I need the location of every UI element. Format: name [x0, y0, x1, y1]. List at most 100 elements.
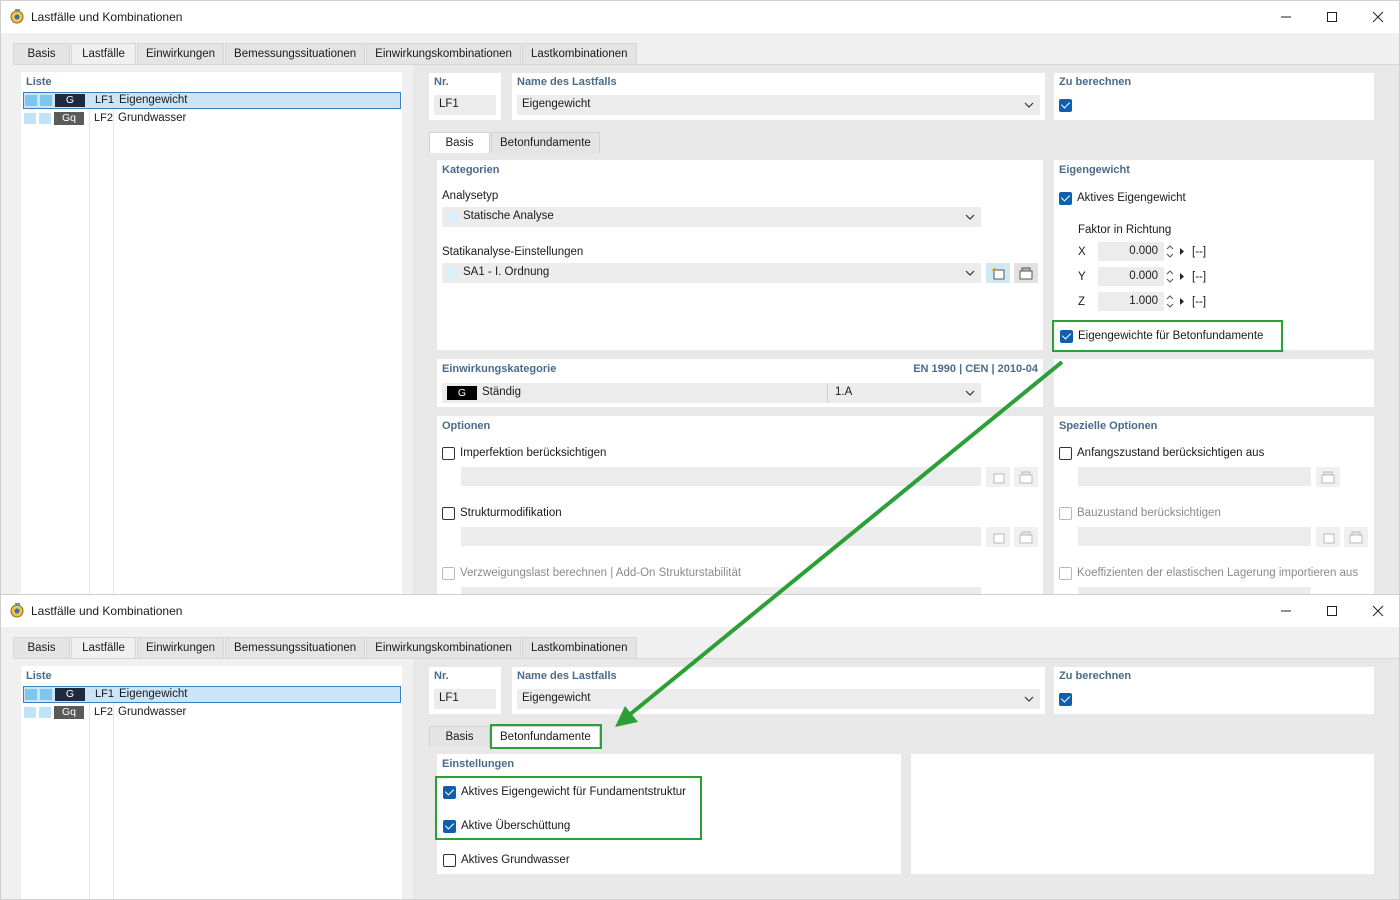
list-panel: Liste G LF1 Eigengewicht Gq LF2 Grundwas… — [21, 72, 402, 595]
subtab-betonfundamente[interactable]: Betonfundamente — [491, 132, 600, 153]
anfangszustand-field[interactable] — [1078, 467, 1311, 486]
title-bar: Lastfälle und Kombinationen — [1, 595, 1399, 627]
name-dropdown[interactable]: Eigengewicht — [517, 95, 1040, 115]
maximize-icon — [1327, 606, 1337, 616]
nr-field[interactable]: LF1 — [434, 95, 496, 115]
chevron-down-icon — [965, 270, 975, 276]
strukturmodifikation-field[interactable] — [461, 527, 981, 546]
name-section: Name des Lastfalls Eigengewicht — [512, 73, 1045, 120]
tab-einwirkungen[interactable]: Einwirkungen — [137, 637, 225, 659]
name-dropdown[interactable]: Eigengewicht — [517, 689, 1040, 709]
aktives-eigengewicht-label: Aktives Eigengewicht — [1077, 192, 1186, 204]
tab-lastkombinationen[interactable]: Lastkombinationen — [521, 637, 637, 659]
edit-settings-button[interactable] — [1014, 263, 1038, 283]
tab-basis[interactable]: Basis — [13, 43, 70, 65]
close-button[interactable] — [1355, 595, 1399, 627]
calc-checkbox[interactable] — [1059, 693, 1072, 706]
loadcase-name: Eigengewicht — [119, 688, 188, 700]
axis-y-label: Y — [1078, 271, 1086, 283]
new-bauzustand-button[interactable] — [1316, 527, 1340, 547]
new-settings-button[interactable] — [986, 263, 1010, 283]
field-divider — [827, 383, 828, 403]
list-divider — [113, 92, 114, 595]
edit-icon — [1019, 471, 1033, 484]
analysetyp-dropdown[interactable]: Statische Analyse — [442, 207, 981, 227]
action-type-chip: G — [55, 94, 85, 107]
spin-arrows-icon[interactable] — [1166, 242, 1174, 261]
factor-y-value: 0.000 — [1129, 270, 1158, 282]
bauzustand-label: Bauzustand berücksichtigen — [1077, 507, 1221, 519]
factor-y-input[interactable]: 0.000 — [1098, 267, 1164, 286]
bauzustand-field[interactable] — [1078, 527, 1311, 546]
kategorien-label: Kategorien — [442, 164, 500, 176]
main-tabs: Basis Lastfälle Einwirkungen Bemessungss… — [13, 43, 638, 65]
analysis-icon — [447, 211, 458, 222]
maximize-icon — [1327, 12, 1337, 22]
highlight-frame — [1052, 320, 1283, 352]
factor-x-input[interactable]: 0.000 — [1098, 242, 1164, 261]
caret-right-icon[interactable] — [1178, 292, 1186, 311]
app-icon — [10, 9, 24, 24]
highlight-frame — [490, 724, 602, 749]
einwirkung-section: Einwirkungskategorie EN 1990 | CEN | 201… — [437, 359, 1043, 407]
calc-checkbox[interactable] — [1059, 99, 1072, 112]
tab-lastkombinationen[interactable]: Lastkombinationen — [521, 43, 637, 65]
tab-einwirkungskombinationen[interactable]: Einwirkungskombinationen — [366, 637, 521, 659]
caret-right-icon[interactable] — [1178, 267, 1186, 286]
nr-value: LF1 — [439, 98, 459, 110]
tab-einwirkungen[interactable]: Einwirkungen — [137, 43, 225, 65]
close-button[interactable] — [1355, 1, 1399, 33]
name-section: Name des Lastfalls Eigengewicht — [512, 667, 1045, 714]
tab-bemessungssituationen[interactable]: Bemessungssituationen — [225, 637, 366, 659]
tab-basis[interactable]: Basis — [13, 637, 70, 659]
subtab-basis[interactable]: Basis — [429, 726, 490, 747]
color-swatch — [24, 707, 36, 718]
aktives-eigengewicht-checkbox[interactable] — [1059, 192, 1072, 205]
imperfektion-field[interactable] — [461, 467, 981, 486]
tab-lastfaelle[interactable]: Lastfälle — [71, 43, 136, 65]
empty-section — [1054, 359, 1374, 407]
imperfektion-label: Imperfektion berücksichtigen — [460, 447, 607, 459]
einwirkung-dropdown[interactable]: G Ständig 1.A — [442, 383, 981, 403]
bauzustand-checkbox[interactable] — [1059, 507, 1072, 520]
edit-imperfektion-button[interactable] — [1014, 467, 1038, 487]
unit-y: [--] — [1192, 271, 1207, 283]
anfangszustand-checkbox[interactable] — [1059, 447, 1072, 460]
spin-arrows-icon[interactable] — [1166, 292, 1174, 311]
edit-bauzustand-button[interactable] — [1344, 527, 1368, 547]
name-label: Name des Lastfalls — [517, 76, 617, 88]
spin-arrows-icon[interactable] — [1166, 267, 1174, 286]
tab-bemessungssituationen[interactable]: Bemessungssituationen — [225, 43, 366, 65]
koeffizienten-checkbox[interactable] — [1059, 567, 1072, 580]
edit-strukturmodifikation-button[interactable] — [1014, 527, 1038, 547]
maximize-button[interactable] — [1309, 595, 1355, 627]
edit-anfangszustand-button[interactable] — [1316, 467, 1340, 487]
list-item-lf2[interactable]: Gq LF2 Grundwasser — [23, 111, 401, 128]
grundwasser-checkbox[interactable] — [443, 854, 456, 867]
maximize-button[interactable] — [1309, 1, 1355, 33]
color-swatch — [39, 707, 51, 718]
list-item-lf1[interactable]: G LF1 Eigengewicht — [23, 92, 401, 109]
calc-label: Zu berechnen — [1059, 670, 1132, 682]
imperfektion-checkbox[interactable] — [442, 447, 455, 460]
new-imperfektion-button[interactable] — [986, 467, 1010, 487]
statik-dropdown[interactable]: SA1 - I. Ordnung — [442, 263, 981, 283]
faktor-label: Faktor in Richtung — [1078, 224, 1172, 236]
factor-z-input[interactable]: 1.000 — [1098, 292, 1164, 311]
tab-lastfaelle[interactable]: Lastfälle — [71, 637, 136, 659]
verzweigungslast-checkbox[interactable] — [442, 567, 455, 580]
minimize-button[interactable] — [1263, 1, 1309, 33]
tab-einwirkungskombinationen[interactable]: Einwirkungskombinationen — [366, 43, 521, 65]
loadcase-name: Grundwasser — [118, 706, 187, 718]
color-swatch — [25, 689, 37, 700]
list-item-lf1[interactable]: G LF1 Eigengewicht — [23, 686, 401, 703]
minimize-button[interactable] — [1263, 595, 1309, 627]
list-item-lf2[interactable]: Gq LF2 Grundwasser — [23, 705, 401, 722]
caret-right-icon[interactable] — [1178, 242, 1186, 261]
strukturmodifikation-checkbox[interactable] — [442, 507, 455, 520]
subtab-basis[interactable]: Basis — [429, 132, 490, 153]
action-type-chip: G — [55, 688, 85, 701]
chevron-down-icon — [965, 390, 975, 396]
nr-field[interactable]: LF1 — [434, 689, 496, 709]
new-strukturmodifikation-button[interactable] — [986, 527, 1010, 547]
